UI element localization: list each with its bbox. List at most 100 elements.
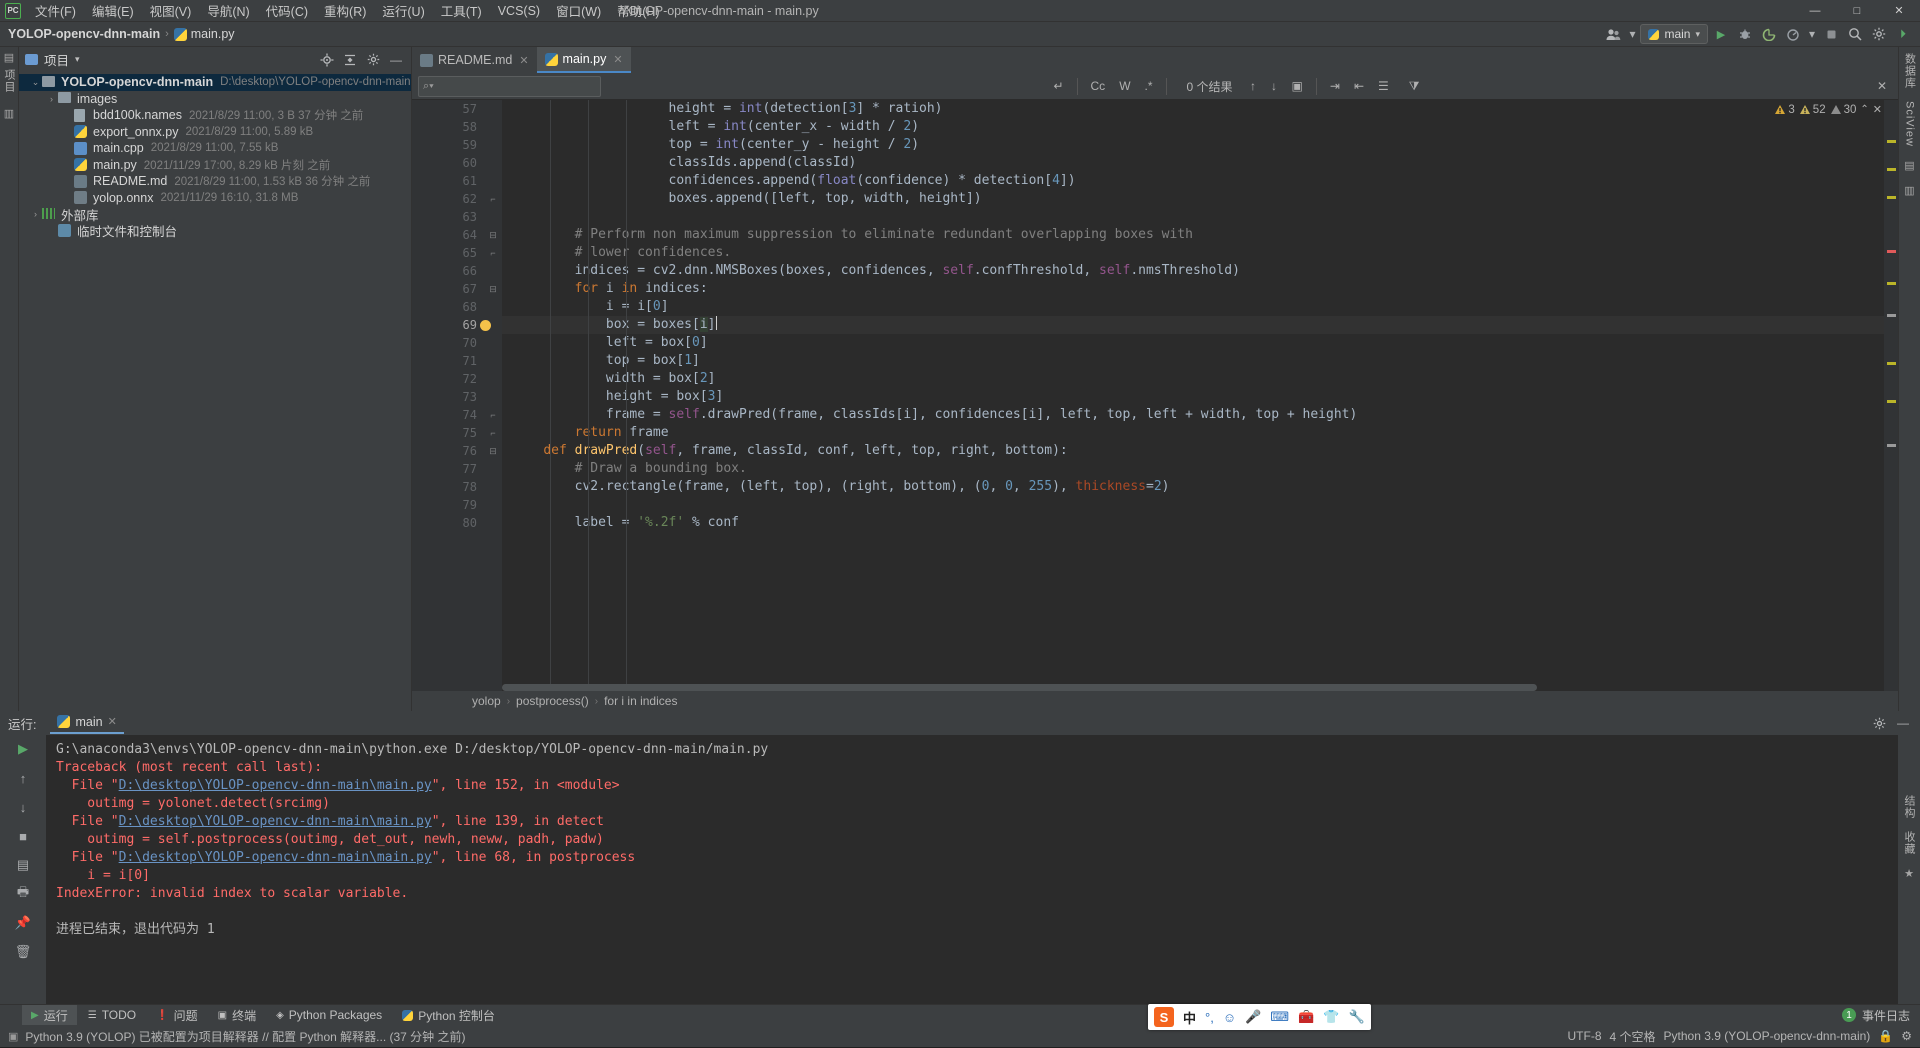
code-line[interactable]: # lower confidences. xyxy=(502,244,1884,262)
editor-tab-mainpy[interactable]: main.py ✕ xyxy=(536,47,631,73)
intention-bulb-icon[interactable] xyxy=(480,320,491,331)
tree-item[interactable]: main.py 2021/11/29 17:00, 8.29 kB 片刻 之前 xyxy=(19,157,411,174)
code-line[interactable]: height = int(detection[3] * ratioh) xyxy=(502,100,1884,118)
star-icon[interactable]: ★ xyxy=(1904,867,1914,880)
tool-window-python-packages[interactable]: ◈ Python Packages xyxy=(267,1006,391,1024)
line-number[interactable]: 68 xyxy=(412,298,484,316)
line-number[interactable]: 77 xyxy=(412,460,484,478)
gear-icon[interactable] xyxy=(1868,23,1890,45)
right-strip-label-sciview[interactable]: SciView xyxy=(1904,101,1916,147)
line-number[interactable]: 61 xyxy=(412,172,484,190)
soft-wrap-icon[interactable]: ▤ xyxy=(12,855,34,875)
pin-icon[interactable]: 📌 xyxy=(12,913,34,933)
locate-file-icon[interactable] xyxy=(316,49,338,71)
line-number[interactable]: 73 xyxy=(412,388,484,406)
print-icon[interactable]: 🖶 xyxy=(12,884,34,904)
menu-navigate[interactable]: 导航(N) xyxy=(199,0,257,22)
code-line[interactable] xyxy=(502,208,1884,226)
close-icon[interactable]: ✕ xyxy=(108,715,117,728)
tree-item[interactable]: › images xyxy=(19,91,411,108)
code-line[interactable]: confidences.append(float(confidence) * d… xyxy=(502,172,1884,190)
line-number[interactable]: 80 xyxy=(412,514,484,532)
match-case-toggle[interactable]: Cc xyxy=(1086,79,1111,93)
status-message[interactable]: Python 3.9 (YOLOP) 已被配置为项目解释器 // 配置 Pyth… xyxy=(25,1028,465,1045)
code-editor[interactable]: 57 58 59 60 61 62 63 64 65 66 67 68 69 70 71 72 73 74 75 76… xyxy=(412,100,1898,691)
tree-item[interactable]: main.cpp 2021/8/29 11:00, 7.55 kB xyxy=(19,140,411,157)
chevron-down-icon[interactable]: ⌄ xyxy=(29,77,42,88)
console-file-link[interactable]: D:\desktop\YOLOP-opencv-dnn-main\main.py xyxy=(119,850,432,865)
menu-edit[interactable]: 编辑(E) xyxy=(84,0,142,22)
fold-marker-icon[interactable]: ⌐ xyxy=(484,424,502,442)
structure-tool-icon[interactable]: ▥ xyxy=(4,107,14,120)
chevron-down-icon[interactable]: ▾ xyxy=(1806,23,1818,45)
stop-button[interactable] xyxy=(1820,23,1842,45)
weak-warning-count-group[interactable]: 30 xyxy=(1830,104,1856,116)
error-stripe-marker-bar[interactable] xyxy=(1884,100,1898,691)
tree-item[interactable]: bdd100k.names 2021/8/29 11:00, 3 B 37 分钟 … xyxy=(19,107,411,124)
code-line[interactable]: # Perform non maximum suppression to eli… xyxy=(502,226,1884,244)
stop-icon[interactable]: ■ xyxy=(12,826,34,846)
tool-window-todo[interactable]: ☰ TODO xyxy=(79,1006,145,1024)
close-icon[interactable]: ✕ xyxy=(519,54,528,67)
code-line[interactable]: return frame xyxy=(502,424,1884,442)
line-number[interactable]: 59 xyxy=(412,136,484,154)
code-line[interactable]: top = int(center_y - height / 2) xyxy=(502,136,1884,154)
event-log-label[interactable]: 事件日志 xyxy=(1862,1007,1910,1024)
code-line[interactable]: top = box[1] xyxy=(502,352,1884,370)
comma-icon[interactable]: °, xyxy=(1205,1010,1214,1025)
line-number[interactable]: 57 xyxy=(412,100,484,118)
line-number[interactable]: 67 xyxy=(412,280,484,298)
sogou-logo-icon[interactable]: S xyxy=(1154,1007,1174,1027)
toolbox-icon[interactable]: 🧰 xyxy=(1298,1009,1314,1025)
code-line[interactable]: def drawPred(self, frame, classId, conf,… xyxy=(502,442,1884,460)
project-panel-title[interactable]: 项目 xyxy=(44,50,69,69)
code-line[interactable]: label = '%.2f' % conf xyxy=(502,514,1884,532)
tree-item[interactable]: › 外部库 xyxy=(19,206,411,223)
find-reset-icon[interactable]: ↵ xyxy=(1048,79,1068,93)
gear-icon[interactable] xyxy=(362,49,384,71)
profile-button[interactable] xyxy=(1782,23,1804,45)
breadcrumb-class[interactable]: yolop xyxy=(472,694,501,708)
tree-item[interactable]: 临时文件和控制台 xyxy=(19,223,411,239)
fold-marker-icon[interactable]: ⊟ xyxy=(484,442,502,460)
find-next-button[interactable]: ↓ xyxy=(1266,79,1283,93)
layers-icon[interactable]: ▥ xyxy=(1904,184,1914,197)
fold-marker-icon[interactable]: ⊟ xyxy=(484,280,502,298)
emoji-icon[interactable]: ☺ xyxy=(1223,1010,1236,1025)
select-all-occurrences-icon[interactable]: ▣ xyxy=(1287,79,1308,93)
left-strip-label-project[interactable]: 项目 xyxy=(1,69,17,93)
line-number[interactable]: 63 xyxy=(412,208,484,226)
menu-code[interactable]: 代码(C) xyxy=(258,0,316,22)
status-encoding[interactable]: UTF-8 xyxy=(1568,1029,1602,1043)
line-number[interactable]: 72 xyxy=(412,370,484,388)
code-line[interactable]: classIds.append(classId) xyxy=(502,154,1884,172)
code-line[interactable]: height = box[3] xyxy=(502,388,1884,406)
gear-icon[interactable] xyxy=(1868,712,1890,734)
editor-horizontal-scrollbar[interactable] xyxy=(502,684,1882,691)
run-console-output[interactable]: G:\anaconda3\envs\YOLOP-opencv-dnn-main\… xyxy=(46,735,1898,1004)
maximize-button[interactable]: □ xyxy=(1836,0,1878,22)
breadcrumb-project[interactable]: YOLOP-opencv-dnn-main xyxy=(8,27,160,41)
line-number[interactable]: 75 xyxy=(412,424,484,442)
close-icon[interactable]: ✕ xyxy=(613,53,622,66)
collaborate-icon[interactable] xyxy=(1602,23,1624,45)
hide-panel-icon[interactable]: — xyxy=(1892,712,1914,734)
menu-run[interactable]: 运行(U) xyxy=(374,0,432,22)
tool-window-terminal[interactable]: ▣ 终端 xyxy=(209,1005,265,1026)
lock-icon[interactable]: 🔒 xyxy=(1878,1029,1893,1043)
close-find-icon[interactable]: ✕ xyxy=(1872,79,1892,93)
console-file-link[interactable]: D:\desktop\YOLOP-opencv-dnn-main\main.py xyxy=(119,778,432,793)
tree-item[interactable]: export_onnx.py 2021/8/29 11:00, 5.89 kB xyxy=(19,124,411,141)
line-number[interactable]: 64 xyxy=(412,226,484,244)
line-number[interactable]: 60 xyxy=(412,154,484,172)
line-number[interactable]: 71 xyxy=(412,352,484,370)
tree-item[interactable]: README.md 2021/8/29 11:00, 1.53 kB 36 分钟 … xyxy=(19,173,411,190)
menu-view[interactable]: 视图(V) xyxy=(142,0,200,22)
fold-marker-icon[interactable]: ⌐ xyxy=(484,190,502,208)
line-number[interactable]: 62 xyxy=(412,190,484,208)
line-number[interactable]: 74 xyxy=(412,406,484,424)
words-toggle[interactable]: W xyxy=(1114,79,1135,93)
find-input[interactable] xyxy=(418,75,601,97)
chevron-down-icon[interactable]: ▾ xyxy=(75,54,80,65)
code-line[interactable]: i = i[0] xyxy=(502,298,1884,316)
